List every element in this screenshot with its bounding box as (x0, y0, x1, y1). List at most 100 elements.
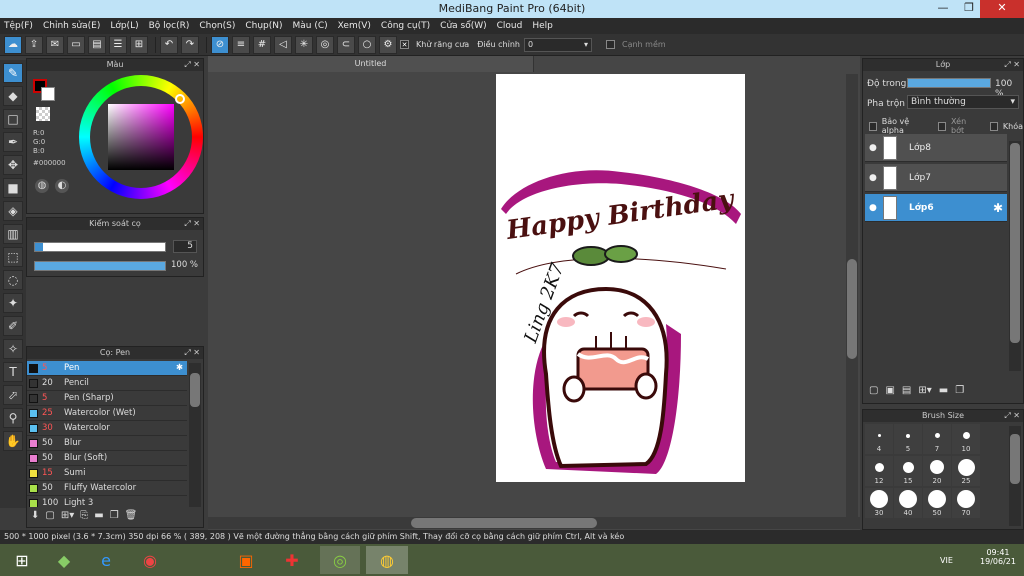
menu-filter[interactable]: Bộ lọc(R) (149, 21, 190, 31)
brush-size-scrollbar[interactable] (1009, 426, 1021, 526)
size-preset[interactable]: 25 (952, 456, 980, 486)
size-preset[interactable]: 50 (923, 488, 951, 518)
brush-item[interactable]: 100 Light 3 (27, 496, 187, 507)
select-rect-icon[interactable]: ⬚ (3, 247, 23, 267)
size-preset[interactable]: 12 (865, 456, 893, 486)
size-preset[interactable]: 40 (894, 488, 922, 518)
ellipse-snap-icon[interactable]: ○ (358, 35, 376, 54)
scroll-thumb[interactable] (847, 259, 857, 359)
select-pen-icon[interactable]: ✐ (3, 316, 23, 336)
visibility-eye-icon[interactable]: ● (869, 173, 877, 183)
layers-scrollbar[interactable] (1009, 141, 1021, 371)
brush-item[interactable]: 20 Pencil (27, 376, 187, 391)
document-icon[interactable]: ▤ (88, 35, 106, 54)
adjust-dropdown[interactable]: 0 ▾ (523, 37, 592, 52)
menu-help[interactable]: Help (532, 21, 553, 31)
snap-off-icon[interactable]: ⊘ (211, 35, 229, 54)
copy-brush-icon[interactable]: ⎘ (80, 510, 88, 521)
scroll-thumb[interactable] (411, 518, 597, 528)
menu-file[interactable]: Tệp(F) (4, 21, 33, 31)
palette-icon[interactable]: ◍ (35, 179, 49, 193)
brush-item[interactable]: 15 Sumi (27, 466, 187, 481)
brush-list-scrollbar[interactable] (189, 363, 201, 507)
scroll-thumb[interactable] (190, 373, 200, 407)
size-preset[interactable]: 30 (865, 488, 893, 518)
cloud-icon[interactable]: ☁ (4, 35, 22, 54)
scroll-thumb[interactable] (1010, 143, 1020, 343)
windows-start-icon[interactable]: ⊞ (2, 546, 42, 574)
drawing-canvas[interactable]: Happy Birthday Ling 2K7 (496, 74, 745, 482)
medibang-icon[interactable]: ◍ (366, 546, 408, 574)
gear-icon[interactable]: ✱ (993, 201, 1003, 215)
menu-cloud[interactable]: Cloud (497, 21, 523, 31)
saturation-value-square[interactable] (108, 104, 174, 170)
hue-handle[interactable] (175, 94, 185, 104)
cloud-download-icon[interactable]: ⬇ (31, 510, 39, 521)
menu-select[interactable]: Chọn(S) (199, 21, 235, 31)
new-layer-icon[interactable]: ▢ (869, 385, 878, 396)
select-eraser-icon[interactable]: ✧ (3, 339, 23, 359)
undo-icon[interactable]: ↶ (160, 35, 178, 54)
magic-wand-icon[interactable]: ✦ (3, 293, 23, 313)
clipping-checkbox[interactable] (938, 121, 947, 131)
panel-close-icon[interactable]: ⤢ ✕ (184, 218, 200, 230)
add-layer-menu-icon[interactable]: ⊞▾ (918, 385, 931, 396)
comment-icon[interactable]: ✉ (46, 35, 64, 54)
curve-snap-icon[interactable]: ⊂ (337, 35, 355, 54)
scroll-thumb[interactable] (1010, 434, 1020, 484)
new-brush-icon[interactable]: ▢ (45, 510, 54, 521)
circle-snap-icon[interactable]: ◎ (316, 35, 334, 54)
size-preset[interactable]: 7 (923, 424, 951, 454)
canvas-vscroll[interactable] (846, 74, 858, 517)
brush-item[interactable]: 50 Fluffy Watercolor (27, 481, 187, 496)
size-preset[interactable]: 20 (923, 456, 951, 486)
size-preset[interactable]: 15 (894, 456, 922, 486)
gradient-tool-icon[interactable]: ▥ (3, 224, 23, 244)
size-preset[interactable]: 10 (952, 424, 980, 454)
new-halftone-layer-icon[interactable]: ▣ (885, 385, 894, 396)
blend-dropdown[interactable]: Bình thường ▾ (907, 95, 1019, 109)
eraser-tool-icon[interactable]: ◆ (3, 86, 23, 106)
add-brush-icon[interactable]: ⊞▾ (61, 510, 74, 521)
layer-row[interactable]: ● Lớp8 (865, 134, 1007, 162)
edge-checkbox[interactable] (605, 40, 615, 49)
brush-item[interactable]: 30 Watercolor (27, 421, 187, 436)
brush-size-value[interactable]: 5 (173, 240, 197, 253)
antialias-checkbox[interactable]: ✕ (400, 40, 409, 49)
palette-add-icon[interactable]: ◐ (55, 179, 69, 193)
brush-tool-icon[interactable]: ✎ (3, 63, 23, 83)
office-icon[interactable]: ▣ (226, 546, 266, 574)
menu-layer[interactable]: Lớp(L) (110, 21, 138, 31)
brush-item[interactable]: 50 Blur (27, 436, 187, 451)
cross-snap-icon[interactable]: # (253, 35, 271, 54)
menu-tools[interactable]: Công cụ(T) (381, 21, 430, 31)
brush-item[interactable]: 5 Pen (Sharp) (27, 391, 187, 406)
panel-close-icon[interactable]: ⤢ ✕ (184, 347, 200, 359)
brush-item[interactable]: 25 Watercolor (Wet) (27, 406, 187, 421)
export-icon[interactable]: ⇪ (25, 35, 43, 54)
move-tool-icon[interactable]: ✥ (3, 155, 23, 175)
vanish-snap-icon[interactable]: ◁ (274, 35, 292, 54)
fill-rect-tool-icon[interactable]: ■ (3, 178, 23, 198)
menu-edit[interactable]: Chỉnh sửa(E) (43, 21, 100, 31)
size-preset[interactable]: 70 (952, 488, 980, 518)
gear-icon[interactable]: ✱ (176, 363, 183, 373)
brush-item[interactable]: 5 Pen ✱ (27, 361, 187, 376)
redo-icon[interactable]: ↷ (181, 35, 199, 54)
settings-icon[interactable]: ⚙ (379, 35, 397, 54)
bluestacks-icon[interactable]: ◆ (44, 546, 84, 574)
parallel-snap-icon[interactable]: ≡ (232, 35, 250, 54)
panel-close-icon[interactable]: ⤢ ✕ (1004, 59, 1020, 71)
protect-alpha-checkbox[interactable] (869, 121, 877, 131)
dropper-icon[interactable]: ⚲ (3, 408, 23, 428)
menu-color[interactable]: Màu (C) (293, 21, 328, 31)
bucket-tool-icon[interactable]: ◈ (3, 201, 23, 221)
brush-opacity-slider[interactable] (34, 261, 166, 271)
grid-icon[interactable]: ⊞ (130, 35, 148, 54)
size-preset[interactable]: 5 (894, 424, 922, 454)
clock[interactable]: 09:41 19/06/21 (978, 548, 1018, 566)
shape-tool-icon[interactable]: □ (3, 109, 23, 129)
minimize-button[interactable]: — (930, 0, 956, 18)
lasso-icon[interactable]: ◌ (3, 270, 23, 290)
hue-ring[interactable] (79, 75, 203, 199)
